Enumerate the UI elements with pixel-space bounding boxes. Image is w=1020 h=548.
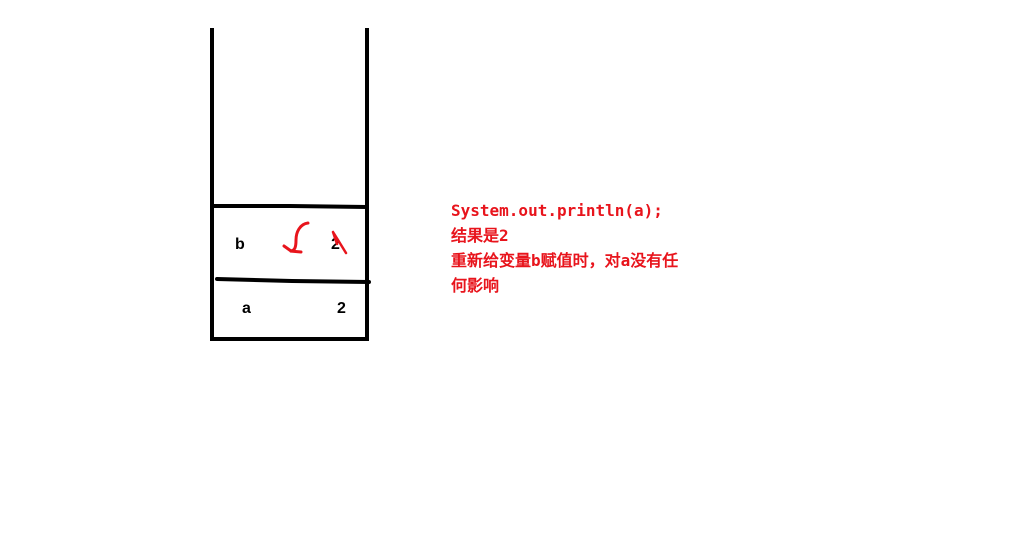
annotation-line-explanation-2: 何影响	[451, 276, 500, 295]
row-b-variable: b	[235, 236, 245, 253]
row-b-top-divider	[212, 204, 368, 209]
row-a-value: 2	[337, 300, 346, 317]
row-a-variable: a	[242, 300, 251, 317]
annotation-line-code: System.out.println(a);	[451, 201, 663, 220]
annotation-line-explanation-1: 重新给变量b赋值时，对a没有任	[451, 251, 679, 270]
annotation-text: System.out.println(a); 结果是2 重新给变量b赋值时，对a…	[451, 198, 751, 298]
row-a-top-divider	[215, 277, 371, 284]
red-hook-tick	[282, 244, 293, 253]
red-hook-mark	[289, 221, 310, 254]
annotation-line-result: 结果是2	[451, 226, 509, 245]
